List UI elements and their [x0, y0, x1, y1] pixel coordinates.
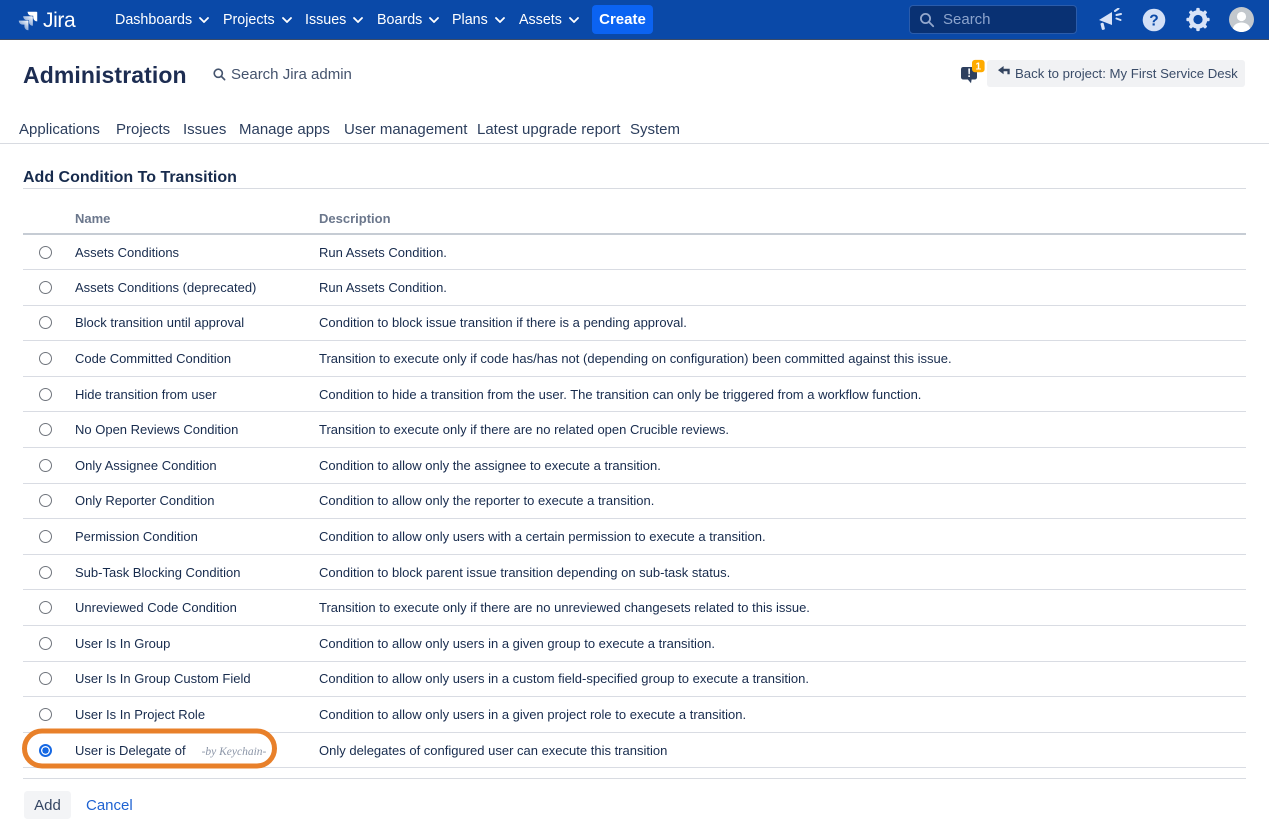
svg-text:?: ?	[1149, 12, 1158, 29]
svg-text:!: !	[967, 68, 971, 80]
svg-text:1: 1	[976, 62, 982, 73]
